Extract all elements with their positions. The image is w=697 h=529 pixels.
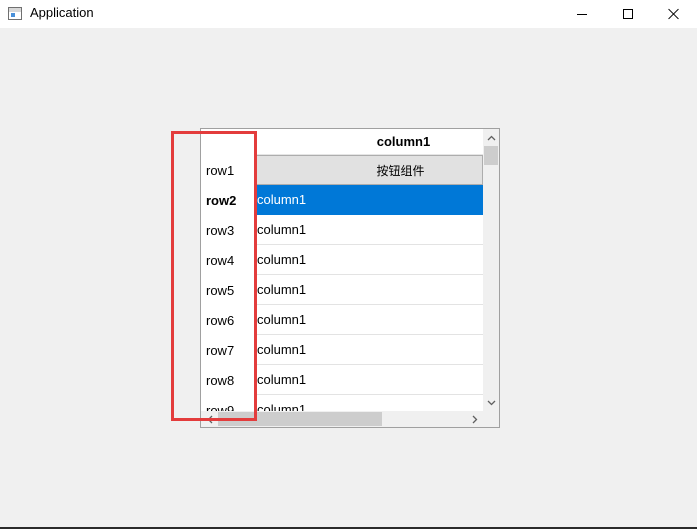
- table-corner[interactable]: [201, 129, 254, 155]
- title-bar: Application: [0, 0, 697, 28]
- minimize-button[interactable]: [559, 0, 605, 28]
- window-title: Application: [30, 5, 94, 20]
- row-header[interactable]: row6: [201, 305, 254, 335]
- table-cell[interactable]: column1: [254, 335, 483, 365]
- chevron-right-icon: [472, 415, 477, 423]
- horizontal-scrollbar[interactable]: [201, 411, 483, 427]
- close-button[interactable]: [651, 0, 697, 28]
- table-cell[interactable]: column1: [254, 275, 483, 305]
- chevron-left-icon: [207, 415, 212, 423]
- row-header[interactable]: row4: [201, 245, 254, 275]
- scroll-left-button[interactable]: [201, 411, 218, 427]
- app-window-icon: [8, 7, 22, 20]
- row-header[interactable]: row8: [201, 365, 254, 395]
- table-widget[interactable]: column1 row1 row2 row3 row4 row5 row6 ro…: [200, 128, 500, 428]
- scroll-up-button[interactable]: [483, 129, 499, 146]
- table-cell[interactable]: column1: [254, 365, 483, 395]
- chevron-up-icon: [487, 135, 495, 140]
- row-header[interactable]: row9: [201, 395, 254, 412]
- row-header[interactable]: row1: [201, 155, 254, 185]
- maximize-button[interactable]: [605, 0, 651, 28]
- cells-area: 按钮组件 column1 column1 column1 column1 col…: [254, 155, 483, 411]
- row-header[interactable]: row3: [201, 215, 254, 245]
- table-cell[interactable]: column1: [254, 185, 483, 215]
- table-cell[interactable]: column1: [254, 245, 483, 275]
- minimize-icon: [577, 13, 587, 15]
- close-icon: [668, 8, 680, 20]
- row-header[interactable]: row7: [201, 335, 254, 365]
- row-header[interactable]: row2: [201, 185, 254, 215]
- table-cell[interactable]: column1: [254, 395, 483, 411]
- row-header-area: row1 row2 row3 row4 row5 row6 row7 row8 …: [201, 155, 254, 411]
- cell-push-button[interactable]: 按钮组件: [254, 155, 483, 185]
- horizontal-scroll-thumb[interactable]: [218, 412, 382, 426]
- table-cell[interactable]: column1: [254, 215, 483, 245]
- chevron-down-icon: [487, 400, 495, 405]
- maximize-icon: [623, 9, 633, 19]
- scroll-down-button[interactable]: [483, 394, 499, 411]
- column-header[interactable]: column1: [254, 129, 483, 155]
- table-cell[interactable]: column1: [254, 305, 483, 335]
- scrollbar-corner: [483, 411, 499, 427]
- row-header[interactable]: row5: [201, 275, 254, 305]
- scroll-right-button[interactable]: [466, 411, 483, 427]
- vertical-scrollbar[interactable]: [483, 129, 499, 411]
- vertical-scroll-thumb[interactable]: [484, 146, 498, 165]
